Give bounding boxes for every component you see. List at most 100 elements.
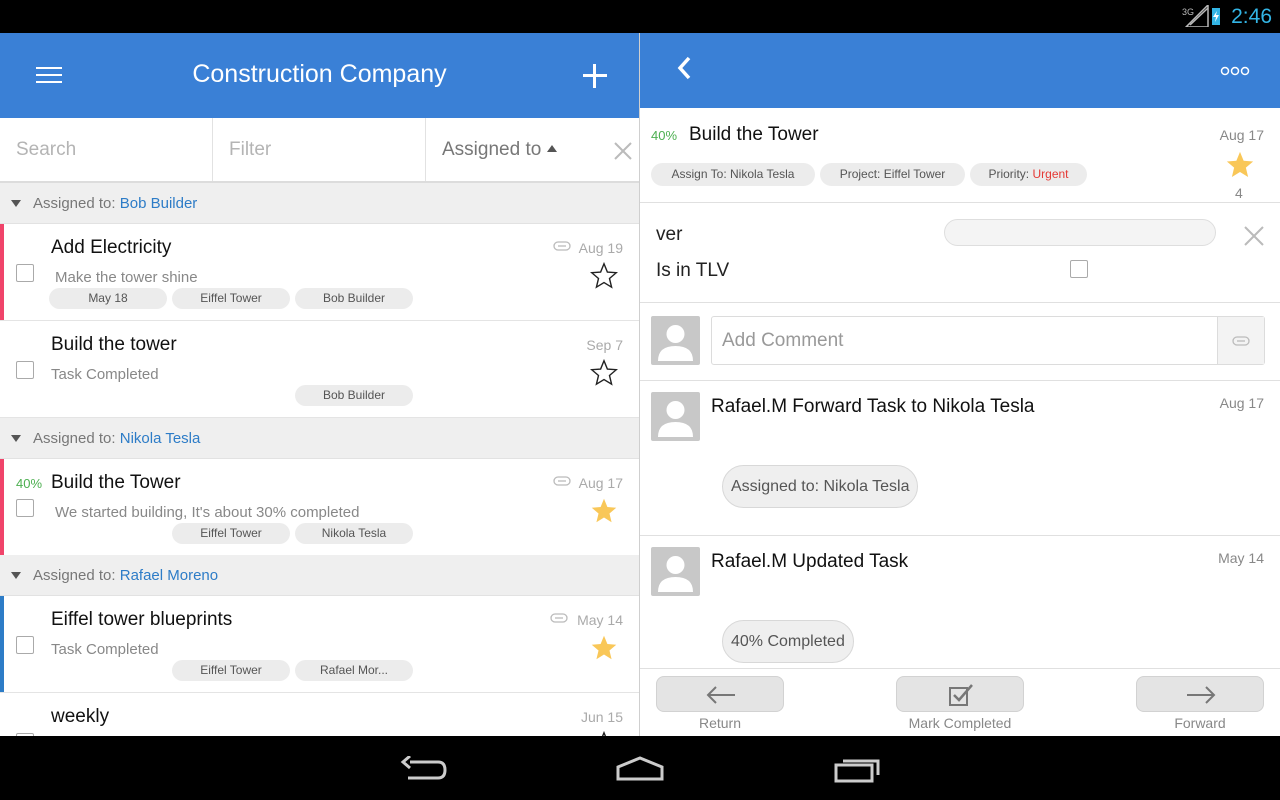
chip-project: Eiffel Tower — [172, 523, 290, 544]
return-button[interactable] — [656, 676, 784, 712]
avatar-icon — [651, 392, 700, 441]
avatar-icon — [651, 547, 700, 596]
task-subtitle: Make the tower shine — [55, 269, 198, 286]
task-title: Build the Tower — [51, 472, 181, 493]
forward-label: Forward — [1174, 715, 1226, 731]
close-icon[interactable] — [613, 141, 633, 161]
back-icon[interactable] — [676, 55, 694, 81]
arrow-left-icon — [706, 686, 735, 704]
action-bar: Return Mark Completed Forward — [640, 668, 1280, 736]
task-checkbox[interactable] — [16, 636, 34, 654]
comment-input[interactable] — [712, 317, 1216, 364]
priority-label: Priority: — [988, 167, 1030, 181]
group-assignee: Bob Builder — [119, 195, 198, 212]
task-title: Build the tower — [51, 334, 177, 355]
group-header-bob-builder[interactable]: Assigned to: Bob Builder — [0, 183, 639, 224]
task-detail-header: 40% Build the Tower Aug 17 4 Assign To: … — [640, 108, 1280, 203]
activity-bubble: 40% Completed — [722, 620, 854, 663]
assign-to-pill[interactable]: Assign To: Nikola Tesla — [651, 163, 815, 186]
app: Construction Company Assigned to Assigne… — [0, 33, 1280, 736]
task-subtitle: Task Completed — [51, 366, 159, 383]
group-prefix: Assigned to: — [33, 195, 116, 212]
activity-text: Rafael.M Updated Task — [711, 551, 909, 572]
chip-assignee: Rafael Mor... — [295, 660, 413, 681]
task-date: Sep 7 — [586, 337, 623, 353]
task-detail-pane: 40% Build the Tower Aug 17 4 Assign To: … — [640, 33, 1280, 736]
task-checkbox[interactable] — [16, 361, 34, 379]
activity-text: Rafael.M Forward Task to Nikola Tesla — [711, 396, 1035, 417]
attach-button[interactable] — [1217, 317, 1264, 364]
priority-accent-bar — [0, 459, 4, 555]
ver-input[interactable] — [944, 219, 1216, 246]
mark-completed-button[interactable] — [896, 676, 1024, 712]
field-label-ver: ver — [656, 224, 683, 245]
star-filled-icon[interactable] — [1225, 150, 1255, 180]
system-nav-bar — [0, 736, 1280, 800]
task-date: Jun 15 — [580, 709, 623, 725]
task-title: Add Electricity — [51, 237, 172, 258]
add-icon[interactable] — [583, 64, 607, 88]
chip-due-date: May 18 — [49, 288, 167, 309]
mark-completed-action[interactable]: Mark Completed — [896, 676, 1024, 731]
avatar-icon — [651, 316, 700, 365]
task-date: Aug 17 — [1219, 127, 1264, 143]
group-prefix: Assigned to: — [33, 430, 116, 447]
task-row[interactable]: 40% Build the Tower We started building,… — [0, 459, 639, 556]
close-icon[interactable] — [1243, 225, 1265, 247]
search-input[interactable] — [0, 118, 212, 181]
task-row[interactable]: Add Electricity Make the tower shine Aug… — [0, 224, 639, 321]
group-prefix: Assigned to: — [33, 567, 116, 584]
checkmark-icon — [949, 684, 973, 706]
collapse-triangle-icon — [11, 572, 21, 579]
task-checkbox[interactable] — [16, 499, 34, 517]
task-row[interactable]: weekly Jun 15 — [0, 693, 639, 736]
task-progress: 40% — [16, 476, 43, 491]
group-assignee: Rafael Moreno — [119, 567, 219, 584]
field-label-is-in-tlv: Is in TLV — [656, 260, 730, 281]
company-title: Construction Company — [192, 60, 447, 88]
filter-cell — [213, 118, 426, 181]
comment-composer — [640, 303, 1280, 381]
nav-back-icon[interactable] — [400, 756, 448, 782]
filter-input[interactable] — [213, 118, 425, 181]
paperclip-icon — [553, 476, 571, 486]
task-row[interactable]: Build the tower Task Completed Sep 7 Bob… — [0, 321, 639, 418]
star-count: 4 — [1235, 185, 1243, 201]
star-filled-icon[interactable] — [590, 634, 618, 662]
task-row[interactable]: Eiffel tower blueprints Task Completed M… — [0, 596, 639, 693]
star-filled-icon[interactable] — [590, 497, 618, 525]
priority-pill[interactable]: Priority: Urgent — [970, 163, 1087, 186]
chip-project: Eiffel Tower — [172, 288, 290, 309]
star-outline-icon[interactable] — [590, 359, 618, 387]
chip-project: Eiffel Tower — [172, 660, 290, 681]
status-bar: 3G 2:46 — [0, 0, 1280, 33]
priority-accent-bar — [0, 596, 4, 692]
mark-completed-label: Mark Completed — [908, 715, 1012, 731]
caret-up-icon — [547, 145, 558, 152]
collapse-triangle-icon — [11, 435, 21, 442]
paperclip-icon — [553, 241, 571, 251]
more-icon[interactable] — [1220, 66, 1250, 76]
svg-text:3G: 3G — [1182, 7, 1194, 17]
group-header-rafael-moreno[interactable]: Assigned to: Rafael Moreno — [0, 555, 639, 596]
task-date: Aug 19 — [578, 240, 623, 256]
chip-assignee: Nikola Tesla — [295, 523, 413, 544]
nav-home-icon[interactable] — [615, 755, 665, 781]
project-pill[interactable]: Project: Eiffel Tower — [820, 163, 965, 186]
priority-value: Urgent — [1032, 167, 1069, 181]
task-subtitle: We started building, It's about 30% comp… — [55, 504, 360, 521]
return-action[interactable]: Return — [656, 676, 784, 731]
comment-field — [711, 316, 1265, 365]
task-checkbox[interactable] — [16, 264, 34, 282]
nav-recents-icon[interactable] — [833, 755, 883, 783]
sort-dropdown[interactable]: Assigned to — [426, 118, 606, 181]
group-header-nikola-tesla[interactable]: Assigned to: Nikola Tesla — [0, 418, 639, 459]
forward-button[interactable] — [1136, 676, 1264, 712]
task-title: weekly — [51, 706, 110, 727]
forward-action[interactable]: Forward — [1136, 676, 1264, 731]
chip-assignee: Bob Builder — [295, 288, 413, 309]
search-filter-row: Assigned to — [0, 118, 639, 183]
is-in-tlv-checkbox[interactable] — [1070, 260, 1088, 278]
star-outline-icon[interactable] — [590, 262, 618, 290]
list-app-bar: Construction Company — [0, 33, 639, 118]
